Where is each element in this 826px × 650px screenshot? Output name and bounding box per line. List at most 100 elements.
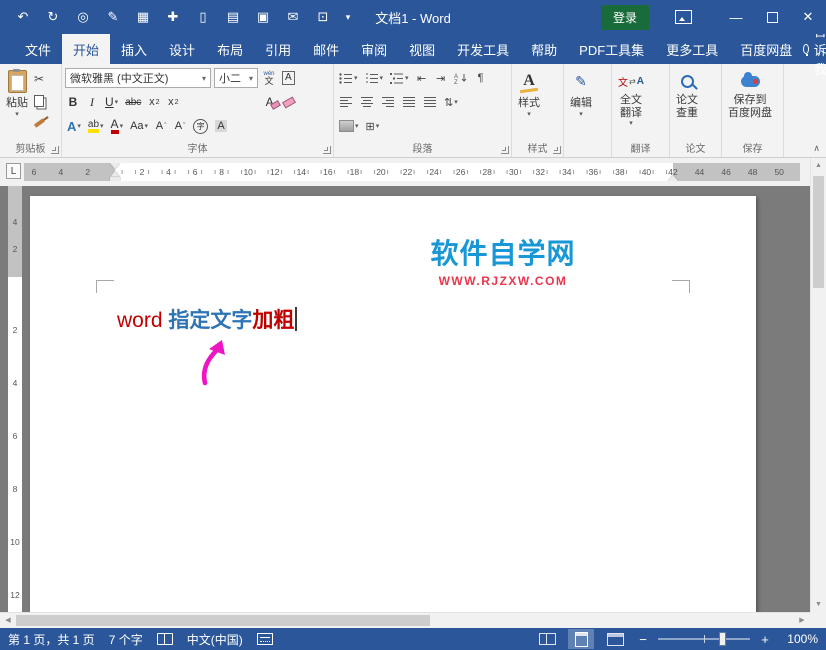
print-layout-button[interactable] — [568, 629, 594, 649]
font-dialog-launcher[interactable] — [323, 146, 331, 154]
page-number-status[interactable]: 第 1 页，共 1 页 — [8, 631, 95, 648]
read-mode-button[interactable] — [534, 629, 560, 649]
subscript-button[interactable]: x2 — [146, 92, 162, 112]
bold-button[interactable]: B — [65, 92, 81, 112]
scroll-left-arrow[interactable]: ◀ — [0, 613, 16, 628]
tab-home[interactable]: 开始 — [62, 34, 110, 64]
ribbon-display-options-icon[interactable] — [675, 10, 692, 24]
enclose-character-button[interactable]: 字 — [191, 116, 210, 136]
qat-customize-icon[interactable]: ▾ — [338, 12, 358, 23]
editing-button[interactable]: ✎ 编辑 ▾ — [567, 67, 595, 141]
tab-stop-selector[interactable]: L — [6, 163, 21, 179]
vertical-scrollbar-thumb[interactable] — [813, 176, 824, 288]
shrink-font-button[interactable]: Aˇ — [172, 116, 188, 136]
word-count-status[interactable]: 7 个字 — [109, 631, 143, 648]
align-center-button[interactable] — [358, 92, 376, 112]
save-to-baidu-button[interactable]: 保存到百度网盘 — [725, 67, 775, 141]
decrease-indent-button[interactable]: ⇤ — [414, 68, 430, 88]
tab-review[interactable]: 审阅 — [350, 34, 398, 64]
tab-insert[interactable]: 插入 — [110, 34, 158, 64]
multilevel-list-button[interactable]: ▾ — [388, 68, 411, 88]
grow-font-button[interactable]: Aˆ — [153, 116, 169, 136]
quick-print-icon[interactable]: ⊡ — [308, 9, 338, 25]
paste-button[interactable]: 粘贴 ▾ — [3, 67, 31, 141]
clipboard-dialog-launcher[interactable] — [51, 146, 59, 154]
tab-design[interactable]: 设计 — [158, 34, 206, 64]
horizontal-scrollbar-thumb[interactable] — [16, 615, 430, 626]
touch-mode-icon[interactable]: ✚ — [158, 9, 188, 25]
vertical-ruler[interactable]: 4224681012 — [8, 186, 22, 612]
tab-more-tools[interactable]: 更多工具 — [655, 34, 729, 64]
left-indent-marker[interactable] — [110, 177, 120, 181]
text-effects-button[interactable]: A▾ — [65, 116, 83, 136]
document-text-line[interactable]: word 指定文字加粗 — [117, 306, 297, 336]
styles-dialog-launcher[interactable] — [553, 146, 561, 154]
bullets-button[interactable]: ▾ — [337, 68, 360, 88]
full-translate-button[interactable]: 文⇄A 全文翻译 ▾ — [615, 67, 647, 141]
font-name-select[interactable]: 微软雅黑 (中文正文) ▾ — [65, 68, 211, 88]
strikethrough-button[interactable]: abc — [123, 92, 143, 112]
language-status[interactable]: 中文(中国) — [187, 631, 243, 648]
macro-record-icon[interactable] — [257, 633, 273, 645]
tab-help[interactable]: 帮助 — [520, 34, 568, 64]
web-layout-button[interactable] — [602, 629, 628, 649]
underline-button[interactable]: U▾ — [103, 92, 120, 112]
superscript-button[interactable]: x2 — [165, 92, 181, 112]
tab-references[interactable]: 引用 — [254, 34, 302, 64]
clear-formatting-button[interactable]: A — [262, 92, 278, 112]
highlight-button[interactable]: ab▾ — [86, 116, 106, 136]
italic-button[interactable]: I — [84, 92, 100, 112]
minimize-button[interactable]: — — [718, 0, 754, 34]
styles-button[interactable]: A 样式 ▾ — [515, 67, 543, 141]
draw-table-icon[interactable]: ▦ — [128, 9, 158, 25]
print-preview-icon[interactable]: ◎ — [68, 9, 98, 25]
maximize-button[interactable] — [754, 0, 790, 34]
scroll-up-arrow[interactable]: ▲ — [811, 162, 826, 169]
tab-baidu-netdisk[interactable]: 百度网盘 — [729, 34, 803, 64]
zoom-in-button[interactable]: + — [758, 632, 772, 647]
align-left-button[interactable] — [337, 92, 355, 112]
undo-icon[interactable]: ↶ — [8, 9, 38, 25]
vertical-scrollbar[interactable]: ▲ ▼ — [810, 158, 826, 612]
proofing-status-icon[interactable] — [157, 633, 173, 645]
justify-button[interactable] — [400, 92, 418, 112]
horizontal-scrollbar[interactable]: ◀ ▶ — [0, 612, 810, 628]
format-painter-button[interactable] — [31, 113, 47, 133]
hanging-indent-marker[interactable] — [110, 166, 120, 177]
paragraph-dialog-launcher[interactable] — [501, 146, 509, 154]
save-icon[interactable]: ▣ — [248, 9, 278, 25]
collapse-ribbon-button[interactable]: ∧ — [813, 143, 820, 154]
zoom-out-button[interactable]: − — [636, 632, 650, 647]
tab-layout[interactable]: 布局 — [206, 34, 254, 64]
document-page[interactable]: 软件自学网 WWW.RJZXW.COM word 指定文字加粗 — [30, 196, 756, 612]
distribute-button[interactable] — [421, 92, 439, 112]
open-file-icon[interactable]: ▤ — [218, 9, 248, 25]
tab-view[interactable]: 视图 — [398, 34, 446, 64]
numbering-button[interactable]: ▾ — [363, 68, 386, 88]
phonetic-guide-button[interactable]: wén文 — [261, 68, 277, 88]
tab-pdf-tools[interactable]: PDF工具集 — [568, 34, 655, 64]
increase-indent-button[interactable]: ⇥ — [433, 68, 449, 88]
character-border-button[interactable]: A — [280, 68, 297, 88]
close-button[interactable]: ✕ — [790, 0, 826, 34]
zoom-level[interactable]: 100% — [780, 632, 818, 646]
ink-pen-icon[interactable]: ✎ — [98, 9, 128, 25]
change-case-button[interactable]: Aa▾ — [128, 116, 150, 136]
tab-mailings[interactable]: 邮件 — [302, 34, 350, 64]
scroll-right-arrow[interactable]: ▶ — [794, 613, 810, 628]
sign-in-button[interactable]: 登录 — [601, 5, 649, 30]
eraser-button[interactable] — [281, 92, 297, 112]
tab-file[interactable]: 文件 — [14, 34, 62, 64]
new-document-icon[interactable]: ▯ — [188, 9, 218, 25]
show-marks-button[interactable]: ¶ — [473, 68, 489, 88]
line-spacing-button[interactable]: ⇅▾ — [442, 92, 460, 112]
character-shading-button[interactable]: A — [213, 116, 229, 136]
paper-check-button[interactable]: 论文查重 — [673, 67, 701, 141]
cut-button[interactable]: ✂ — [31, 69, 47, 89]
copy-button[interactable] — [31, 91, 47, 111]
font-size-select[interactable]: 小二 ▾ — [214, 68, 258, 88]
font-color-button[interactable]: A▾ — [109, 116, 126, 136]
email-icon[interactable]: ✉ — [278, 9, 308, 25]
zoom-slider-thumb[interactable] — [719, 632, 726, 646]
align-right-button[interactable] — [379, 92, 397, 112]
